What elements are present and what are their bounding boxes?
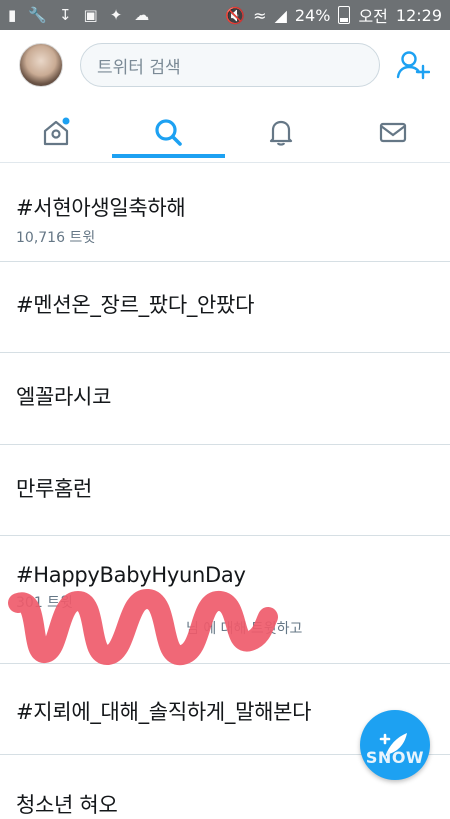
trend-title: 청소년 혀오 xyxy=(16,793,118,817)
search-icon xyxy=(155,119,182,146)
cloud-icon: ☁ xyxy=(134,5,150,24)
trend-title: 엘꼴라시코 xyxy=(16,385,112,409)
trend-title: #HappyBabyHyunDay xyxy=(16,563,246,587)
tab-bar xyxy=(0,102,450,163)
signal-icon: ◢ xyxy=(274,5,287,25)
trend-item[interactable]: 엘꼴라시코 xyxy=(0,353,450,445)
trend-title: #서현아생일축하해 xyxy=(16,196,186,220)
clock: 12:29 xyxy=(395,5,442,25)
add-user-icon[interactable] xyxy=(396,50,430,80)
mute-icon: 🔇 xyxy=(225,5,246,25)
download-icon: ↧ xyxy=(58,5,72,24)
snow-watermark: SNOW xyxy=(365,748,425,767)
trend-item[interactable]: 만루홈런 xyxy=(0,445,450,536)
tab-search[interactable] xyxy=(112,102,224,162)
system-status: 🔇 ≈ ◢ 24% 오전 12:29 xyxy=(225,3,442,27)
trend-tweet-count: 10,716 트윗 xyxy=(16,230,96,246)
status-bar: ▮ 🔧 ↧ ▣ ✦ ☁ 🔇 ≈ ◢ 24% 오전 12:29 xyxy=(0,0,450,30)
battery-percentage: 24% xyxy=(294,5,331,25)
trend-title: 만루홈런 xyxy=(16,477,93,501)
trend-title: #멘션온_장르_팠다_안팠다 xyxy=(16,293,255,317)
trend-item[interactable]: #서현아생일축하해 10,716 트윗 xyxy=(0,168,450,262)
tab-messages[interactable] xyxy=(337,102,449,162)
home-icon xyxy=(43,117,70,146)
notification-icons: ▮ 🔧 ↧ ▣ ✦ ☁ xyxy=(8,5,150,24)
trend-item[interactable]: #멘션온_장르_팠다_안팠다 xyxy=(0,262,450,353)
battery-icon xyxy=(338,6,351,24)
active-tab-indicator xyxy=(112,154,225,158)
time-period: 오전 xyxy=(358,7,388,26)
tab-notifications[interactable] xyxy=(225,102,337,162)
compose-tweet-button[interactable] xyxy=(360,710,430,780)
scribble-overlay xyxy=(8,589,278,665)
tab-home[interactable] xyxy=(0,102,112,162)
avatar[interactable] xyxy=(19,43,63,87)
messages-icon xyxy=(379,122,407,143)
wifi-icon: ≈ xyxy=(253,5,267,25)
search-input[interactable]: 트위터 검색 xyxy=(80,43,380,87)
twitter-bird-icon: ✦ xyxy=(109,5,123,24)
image-icon: ▣ xyxy=(83,5,98,24)
chat-icon: ▮ xyxy=(8,5,17,24)
top-bar: 트위터 검색 xyxy=(0,30,450,102)
search-placeholder: 트위터 검색 xyxy=(97,57,181,78)
notifications-icon xyxy=(269,120,293,146)
wrench-icon: 🔧 xyxy=(28,5,47,24)
